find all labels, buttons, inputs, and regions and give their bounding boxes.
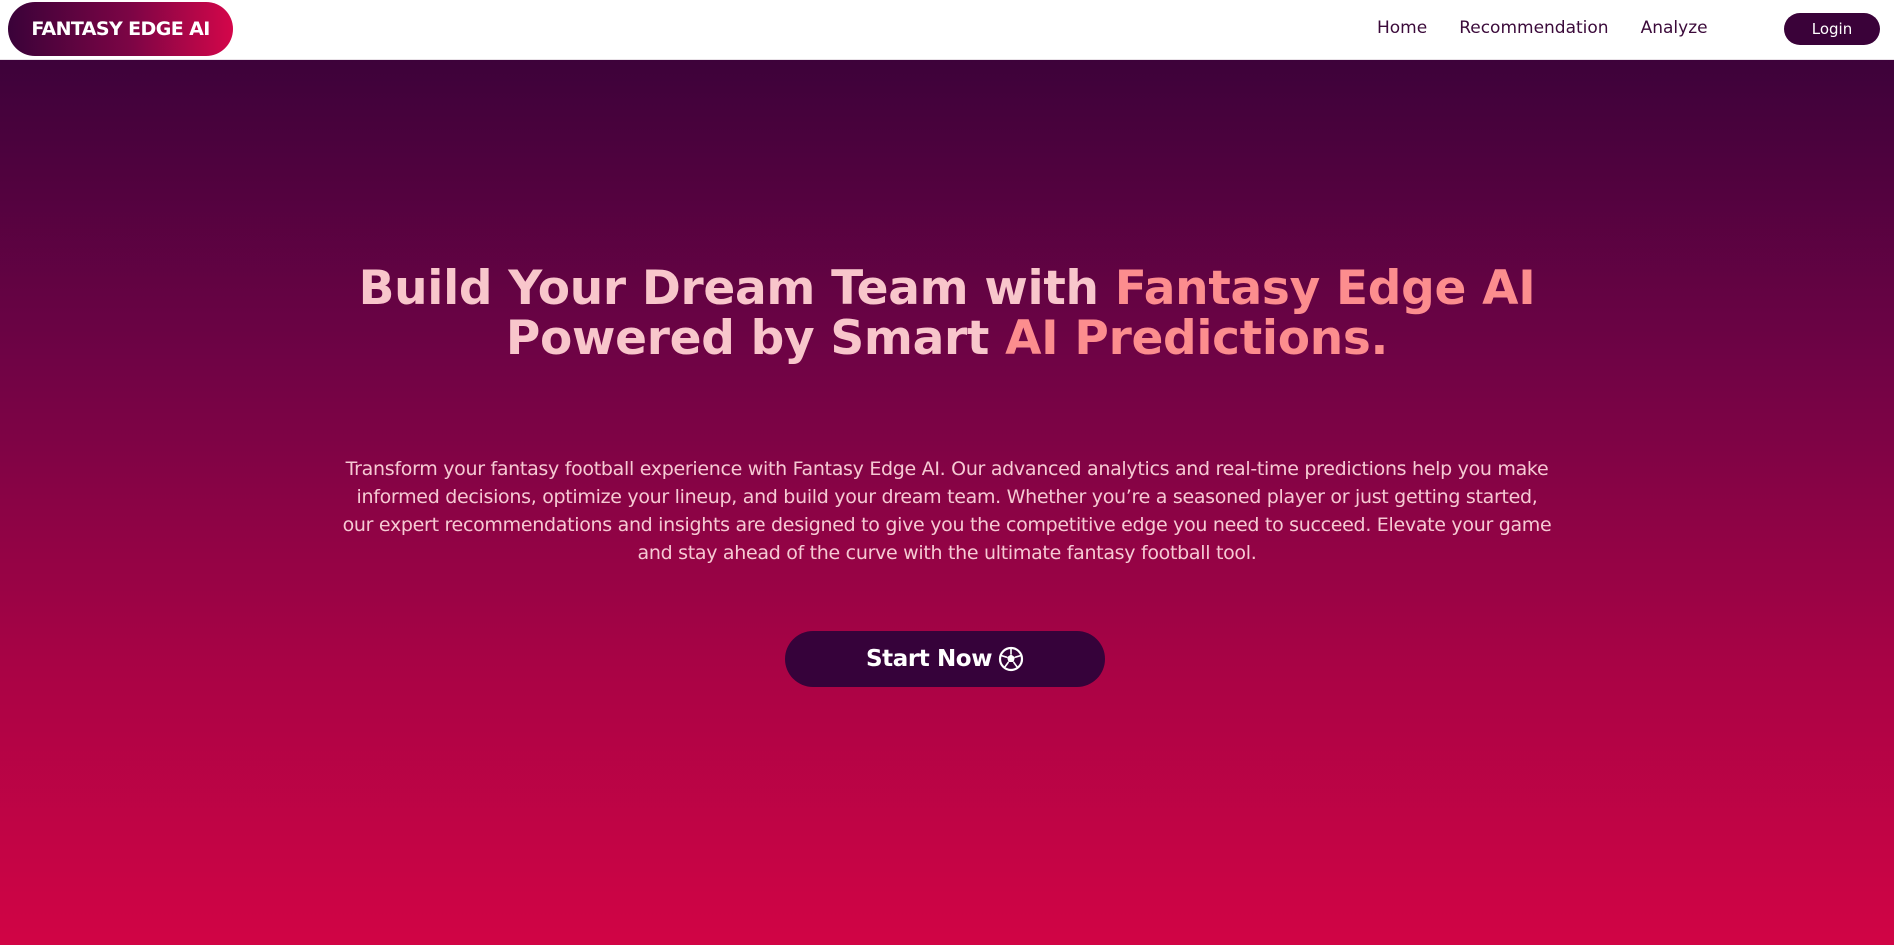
- login-button[interactable]: Login: [1784, 13, 1880, 45]
- headline-line1-part2: Fantasy Edge AI: [1114, 261, 1536, 316]
- start-now-label: Start Now: [865, 646, 993, 672]
- headline-line1-part1: Build Your Dream Team with: [358, 261, 1115, 316]
- nav-home-link[interactable]: Home: [1377, 18, 1427, 38]
- nav-links: Home Recommendation Analyze: [1377, 0, 1740, 55]
- top-navbar: FANTASY EDGE AI Home Recommendation Anal…: [0, 0, 1894, 60]
- logo[interactable]: FANTASY EDGE AI: [8, 2, 233, 56]
- hero-description: Transform your fantasy football experien…: [342, 458, 1552, 564]
- hero-headline: Build Your Dream Team with Fantasy Edge …: [0, 264, 1894, 364]
- headline-line2-part1: Powered by Smart: [505, 311, 1006, 366]
- start-now-button[interactable]: Start Now: [785, 631, 1105, 687]
- soccer-ball-icon: [998, 646, 1024, 672]
- headline-line-1: Build Your Dream Team with Fantasy Edge …: [0, 264, 1894, 314]
- headline-line2-part2: AI Predictions.: [1005, 311, 1389, 366]
- headline-line-2: Powered by Smart AI Predictions.: [0, 314, 1894, 364]
- nav-recommendation-link[interactable]: Recommendation: [1459, 18, 1608, 38]
- nav-analyze-link[interactable]: Analyze: [1641, 18, 1708, 38]
